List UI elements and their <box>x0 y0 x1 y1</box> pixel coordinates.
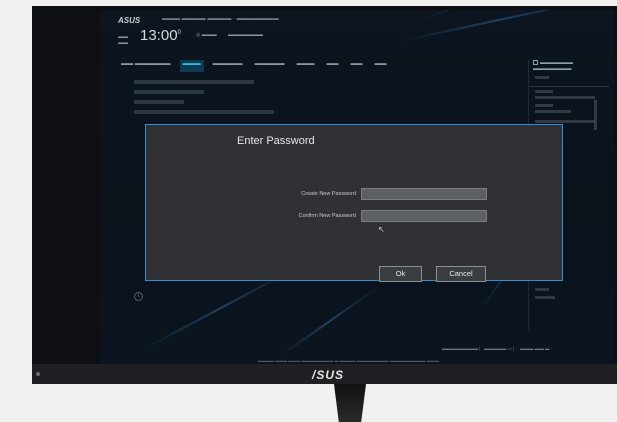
tab-main[interactable]: ▬▬▬ <box>179 60 204 72</box>
copyright-footer: ▬▬▬▬ ▬▬▬ ▬▬▬ ▬▬▬▬▬▬▬▬ ▬ ▬▬▬▬ ▬▬▬▬▬▬▬▬ ▬▬… <box>258 358 439 363</box>
monitor-logo: /SUS <box>312 368 345 382</box>
system-clock: 13:000 <box>140 27 181 44</box>
ez-mode-link[interactable]: ▬▬▬▬▬▬▬ <box>228 32 263 38</box>
confirm-password-input[interactable]: ↖ <box>361 210 487 234</box>
hw-line <box>535 76 549 79</box>
hardware-monitor-title: ▬▬▬▬▬▬ ▬▬▬▬▬▬▬ <box>533 60 573 72</box>
hw-line <box>535 90 553 93</box>
monitor: ASUS ▬▬▬ ▬▬▬▬ ▬▬▬▬ · ▬▬▬▬▬▬▬ ▬▬ ▬▬ 13:000… <box>32 6 617 384</box>
hw-line <box>535 104 553 107</box>
monitor-bezel: /SUS <box>32 364 617 384</box>
cancel-button[interactable]: Cancel <box>436 266 486 282</box>
tab-ai-tweaker[interactable]: ▬▬▬▬▬ <box>210 60 246 72</box>
info-icon: i <box>134 292 143 301</box>
monitor-icon <box>533 60 538 65</box>
create-password-label: Create New Password <box>301 191 356 197</box>
tab-monitor[interactable]: ▬▬▬ <box>294 60 318 72</box>
power-led-icon <box>36 372 40 376</box>
tab-exit[interactable]: ▬▬ <box>372 60 390 72</box>
bios-screen: ASUS ▬▬▬ ▬▬▬▬ ▬▬▬▬ · ▬▬▬▬▬▬▬ ▬▬ ▬▬ 13:000… <box>100 10 614 364</box>
bios-row <box>134 100 184 104</box>
hw-line <box>535 110 571 113</box>
search-faq-link[interactable]: ▬▬▬ ▬▬ ▬ <box>520 346 550 351</box>
bios-row <box>134 90 204 94</box>
tab-tool[interactable]: ▬▬ <box>348 60 366 72</box>
last-modified-link[interactable]: ▬▬▬▬▬▬▬▬ | <box>442 346 480 351</box>
tab-advanced[interactable]: ▬▬▬▬▬ <box>252 60 288 72</box>
create-password-input[interactable] <box>361 188 487 200</box>
background-streak <box>279 286 379 357</box>
date-label: ▬▬ ▬▬ <box>118 34 128 46</box>
hw-line <box>535 296 555 299</box>
mouse-cursor-icon: ↖ <box>378 225 385 234</box>
language-link[interactable]: ◎ ▬▬▬ <box>196 32 217 38</box>
hw-line <box>535 288 549 291</box>
ok-button[interactable]: Ok <box>379 266 422 282</box>
bios-tab-bar: ▬▬ ▬▬▬▬▬▬ ▬▬▬ ▬▬▬▬▬ ▬▬▬▬▬ ▬▬▬ ▬▬ ▬▬ ▬▬ <box>118 60 390 72</box>
dialog-title: Enter Password <box>237 135 315 147</box>
confirm-password-label: Confirm New Password <box>298 213 356 219</box>
asus-brand-logo: ASUS <box>118 16 141 25</box>
monitor-stand <box>334 384 366 422</box>
ez-tuning-link[interactable]: ▬▬▬▬▬ ▭ | <box>484 346 514 352</box>
bios-row <box>134 110 274 114</box>
hw-line <box>535 96 595 99</box>
hw-divider <box>529 86 609 87</box>
bios-row <box>134 80 254 84</box>
hw-line <box>535 120 595 123</box>
bios-mode-label: ▬▬▬ ▬▬▬▬ ▬▬▬▬ · ▬▬▬▬▬▬▬ <box>162 16 279 22</box>
tab-boot[interactable]: ▬▬ <box>324 60 342 72</box>
password-dialog: Enter Password Create New Password Confi… <box>145 124 563 282</box>
tab-favorites[interactable]: ▬▬ ▬▬▬▬▬▬ <box>118 60 174 72</box>
